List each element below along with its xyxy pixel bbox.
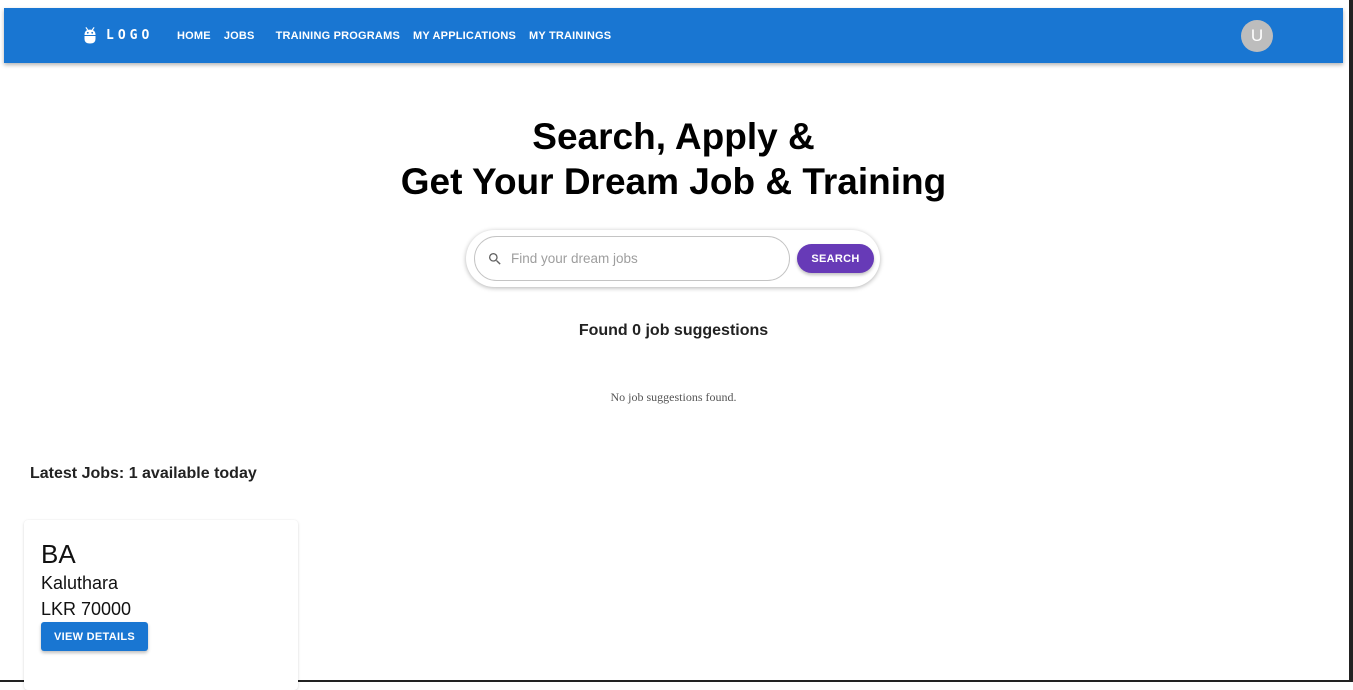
nav-home[interactable]: HOME xyxy=(177,30,211,42)
nav-jobs[interactable]: JOBS xyxy=(224,30,255,42)
hero-heading: Search, Apply & Get Your Dream Job & Tra… xyxy=(0,114,1347,204)
no-suggestions-message: No job suggestions found. xyxy=(610,390,737,404)
adb-robot-icon xyxy=(84,27,96,44)
logo[interactable]: LOGO xyxy=(83,27,153,44)
nav-my-trainings[interactable]: MY TRAININGS xyxy=(529,30,611,42)
hero-line-2: Get Your Dream Job & Training xyxy=(400,161,947,202)
logo-text: LOGO xyxy=(106,28,154,43)
search-button[interactable]: SEARCH xyxy=(797,244,874,273)
avatar-initial: U xyxy=(1250,26,1264,45)
job-title: BA xyxy=(41,539,76,569)
search-icon xyxy=(489,252,501,265)
job-salary: LKR 70000 xyxy=(41,599,132,619)
nav-training-programs[interactable]: TRAINING PROGRAMS xyxy=(276,30,400,42)
job-card: BA Kaluthara LKR 70000 VIEW DETAILS xyxy=(24,520,298,690)
latest-jobs-heading: Latest Jobs: 1 available today xyxy=(30,465,257,482)
app-window: LOGO HOME JOBS TRAINING PROGRAMS MY APPL… xyxy=(0,0,1353,690)
job-location: Kaluthara xyxy=(41,573,119,593)
search-bar: SEARCH xyxy=(466,230,880,287)
view-details-button[interactable]: VIEW DETAILS xyxy=(41,622,148,651)
search-input[interactable] xyxy=(511,251,771,266)
search-field[interactable] xyxy=(474,236,790,281)
hero-line-1: Search, Apply & xyxy=(532,116,815,157)
main-nav: HOME JOBS TRAINING PROGRAMS MY APPLICATI… xyxy=(177,8,624,63)
top-app-bar: LOGO HOME JOBS TRAINING PROGRAMS MY APPL… xyxy=(4,8,1343,63)
suggestions-count: Found 0 job suggestions xyxy=(578,322,769,339)
user-avatar[interactable]: U xyxy=(1241,20,1273,52)
nav-my-applications[interactable]: MY APPLICATIONS xyxy=(413,30,516,42)
